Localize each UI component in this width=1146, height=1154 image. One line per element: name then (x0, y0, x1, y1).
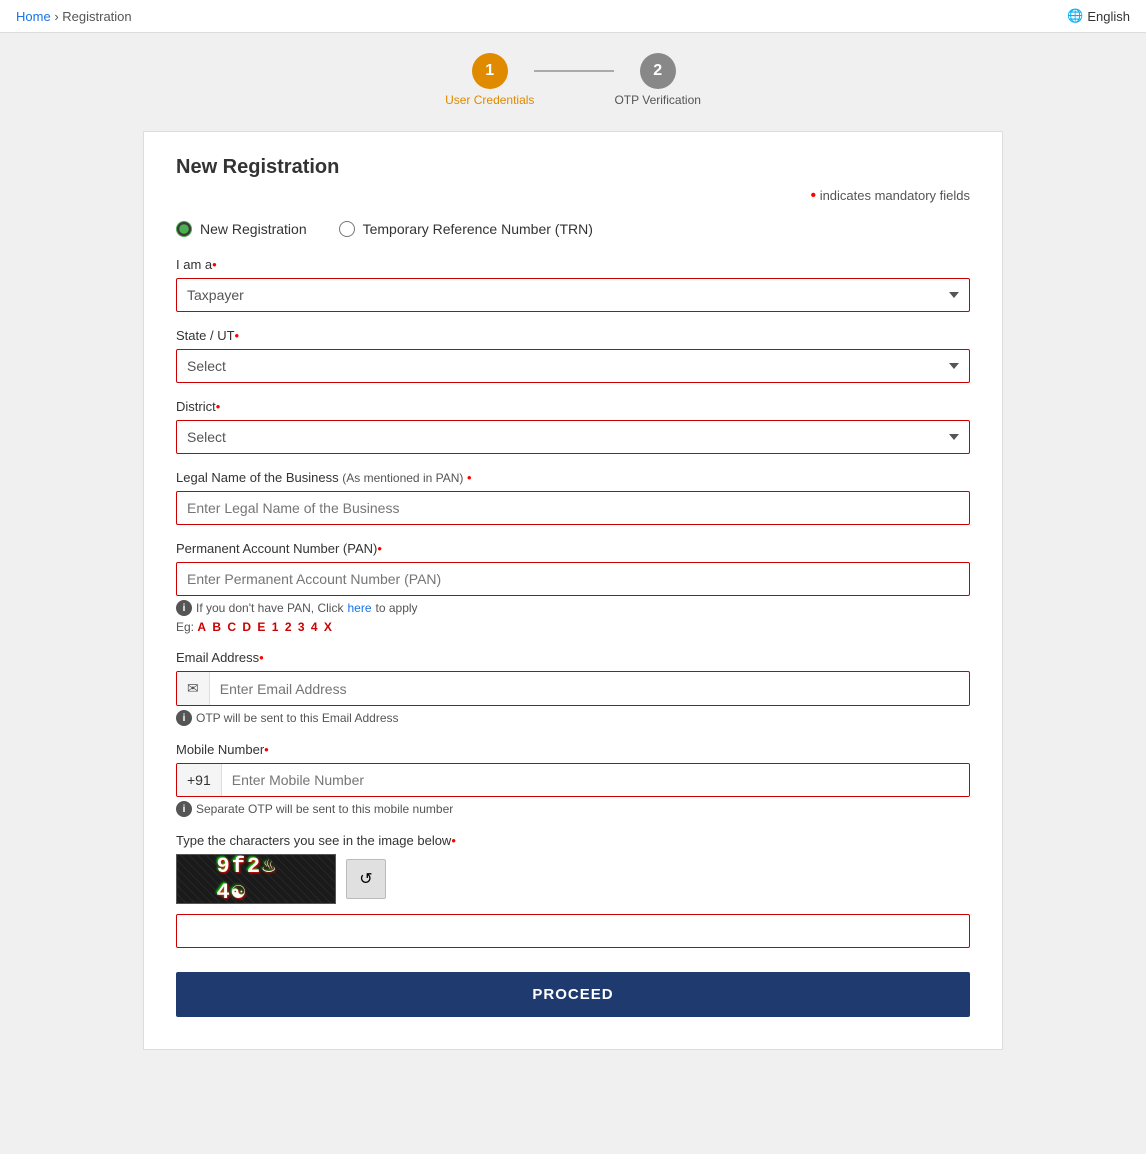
legal-name-group: Legal Name of the Business (As mentioned… (176, 470, 970, 525)
mobile-prefix: +91 (177, 764, 222, 796)
top-bar: Home › Registration 🌐 English (0, 0, 1146, 33)
legal-name-required: • (467, 470, 472, 485)
state-required: • (235, 328, 240, 343)
pan-char-2: 2 (285, 620, 292, 634)
info-icon-mobile: i (176, 801, 192, 817)
pan-help-link[interactable]: here (347, 601, 371, 615)
i-am-required: • (212, 257, 217, 272)
state-label: State / UT• (176, 328, 970, 343)
breadcrumb-current: Registration (62, 9, 131, 24)
stepper: 1 User Credentials 2 OTP Verification (143, 53, 1003, 107)
pan-char-c: C (227, 620, 236, 634)
district-select[interactable]: Select (176, 420, 970, 454)
pan-input[interactable] (176, 562, 970, 596)
radio-new-input[interactable] (176, 221, 192, 237)
captcha-section: Type the characters you see in the image… (176, 833, 970, 948)
mobile-help: i Separate OTP will be sent to this mobi… (176, 801, 970, 817)
refresh-icon: ↺ (359, 869, 372, 889)
pan-help: i If you don't have PAN, Click here to a… (176, 600, 970, 616)
step-1-label: User Credentials (445, 93, 534, 107)
radio-group: New Registration Temporary Reference Num… (176, 221, 970, 237)
district-required: • (216, 399, 221, 414)
pan-char-4: 4 (311, 620, 318, 634)
state-select[interactable]: Select (176, 349, 970, 383)
radio-trn[interactable]: Temporary Reference Number (TRN) (339, 221, 593, 237)
mandatory-note: • indicates mandatory fields (176, 187, 970, 205)
legal-name-input[interactable] (176, 491, 970, 525)
pan-char-d: D (242, 620, 251, 634)
i-am-select[interactable]: Taxpayer (176, 278, 970, 312)
pan-char-a: A (197, 620, 206, 634)
breadcrumb: Home › Registration (16, 9, 132, 24)
step-1-circle: 1 (472, 53, 508, 89)
email-required: • (259, 650, 264, 665)
mobile-input-wrapper: +91 (176, 763, 970, 797)
info-icon-email: i (176, 710, 192, 726)
captcha-input[interactable] (176, 914, 970, 948)
form-title: New Registration (176, 156, 970, 179)
email-icon: ✉ (177, 672, 210, 705)
captcha-display-text: 9f2♨4☯ (217, 854, 296, 904)
step-connector (534, 70, 614, 72)
mandatory-dot: • (810, 187, 816, 204)
email-group: Email Address• ✉ i OTP will be sent to t… (176, 650, 970, 726)
captcha-label: Type the characters you see in the image… (176, 833, 970, 848)
pan-char-x: X (324, 620, 332, 634)
email-input-wrapper: ✉ (176, 671, 970, 706)
form-container: New Registration • indicates mandatory f… (143, 131, 1003, 1050)
pan-label: Permanent Account Number (PAN)• (176, 541, 970, 556)
pan-char-e: E (257, 620, 265, 634)
i-am-group: I am a• Taxpayer (176, 257, 970, 312)
language-label: English (1087, 9, 1130, 24)
step-2-label: OTP Verification (614, 93, 700, 107)
captcha-image: 9f2♨4☯ (176, 854, 336, 904)
email-label: Email Address• (176, 650, 970, 665)
globe-icon: 🌐 (1067, 8, 1083, 24)
language-selector[interactable]: 🌐 English (1067, 8, 1130, 24)
step-2: 2 OTP Verification (614, 53, 700, 107)
captcha-row: 9f2♨4☯ ↺ (176, 854, 970, 904)
radio-new-label: New Registration (200, 221, 307, 237)
i-am-label: I am a• (176, 257, 970, 272)
captcha-required: • (451, 833, 456, 848)
pan-example: Eg: A B C D E 1 2 3 4 X (176, 620, 970, 634)
radio-new-registration[interactable]: New Registration (176, 221, 307, 237)
email-help: i OTP will be sent to this Email Address (176, 710, 970, 726)
pan-char-1: 1 (272, 620, 279, 634)
radio-trn-label: Temporary Reference Number (TRN) (363, 221, 593, 237)
captcha-refresh-button[interactable]: ↺ (346, 859, 386, 899)
district-group: District• Select (176, 399, 970, 454)
pan-char-b: B (212, 620, 221, 634)
proceed-button[interactable]: PROCEED (176, 972, 970, 1017)
state-group: State / UT• Select (176, 328, 970, 383)
district-label: District• (176, 399, 970, 414)
mobile-group: Mobile Number• +91 i Separate OTP will b… (176, 742, 970, 817)
main-content: 1 User Credentials 2 OTP Verification Ne… (123, 33, 1023, 1070)
email-input[interactable] (210, 673, 969, 705)
pan-group: Permanent Account Number (PAN)• i If you… (176, 541, 970, 634)
pan-char-3: 3 (298, 620, 305, 634)
info-icon-pan: i (176, 600, 192, 616)
legal-name-label: Legal Name of the Business (As mentioned… (176, 470, 970, 485)
legal-name-sub: (As mentioned in PAN) (342, 471, 463, 485)
step-1: 1 User Credentials (445, 53, 534, 107)
breadcrumb-home[interactable]: Home (16, 9, 51, 24)
mobile-label: Mobile Number• (176, 742, 970, 757)
radio-trn-input[interactable] (339, 221, 355, 237)
mobile-input[interactable] (222, 764, 969, 796)
step-2-circle: 2 (640, 53, 676, 89)
pan-required: • (377, 541, 382, 556)
mobile-required: • (264, 742, 269, 757)
